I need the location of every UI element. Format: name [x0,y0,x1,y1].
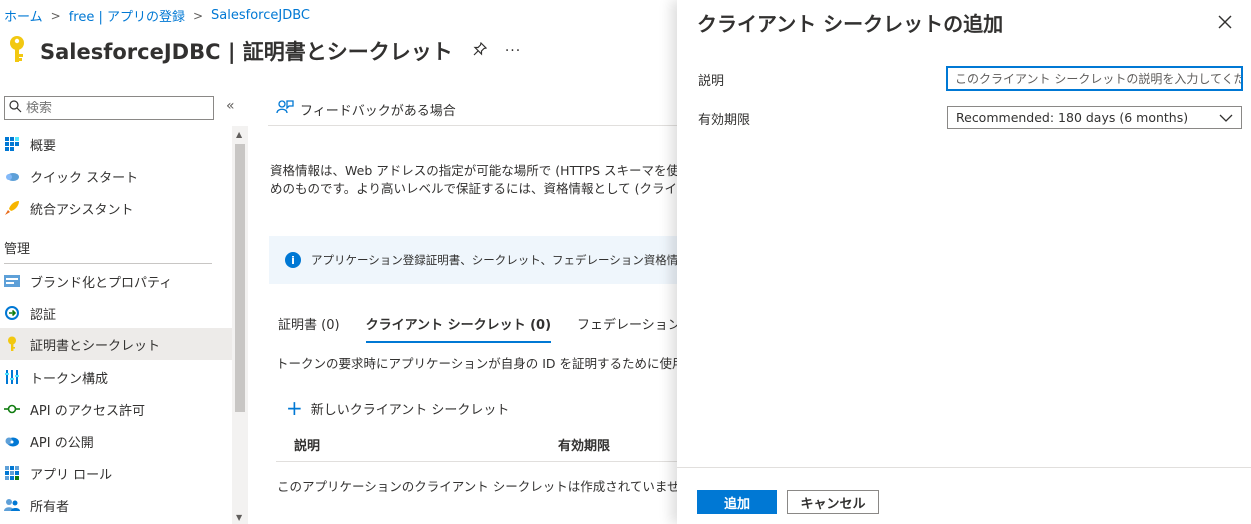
collapse-sidebar-icon[interactable]: « [226,98,235,114]
breadcrumb-app[interactable]: SalesforceJDBC [211,8,310,23]
sidebar-scrollbar[interactable]: ▲ ▼ [232,126,248,524]
sidebar-item-label: クイック スタート [30,170,139,186]
expiry-selected-value: Recommended: 180 days (6 months) [956,110,1189,125]
empty-secrets-message: このアプリケーションのクライアント シークレットは作成されていません。 [277,479,705,494]
description-label: 説明 [698,74,725,89]
pin-icon[interactable] [473,41,487,60]
scroll-down-icon[interactable]: ▼ [236,513,242,522]
page-header: SalesforceJDBC | 証明書とシークレット ··· [6,34,521,68]
chevron-right-icon: > [50,8,61,23]
search-icon [9,99,22,117]
info-icon: i [285,252,301,268]
table-header-divider [276,461,678,462]
key-icon [6,34,28,68]
app-roles-icon [4,465,20,481]
sidebar-item-integration-assistant[interactable]: 統合アシスタント [0,192,232,224]
sidebar-section-manage: 管理 [4,242,31,257]
page-title: SalesforceJDBC | 証明書とシークレット [40,40,453,64]
branding-icon [4,273,20,289]
breadcrumb: ホーム > free | アプリの登録 > SalesforceJDBC [4,6,310,25]
sidebar-item-label: 統合アシスタント [30,202,134,218]
close-icon[interactable] [1215,12,1235,32]
more-options-icon[interactable]: ··· [505,43,521,59]
plus-icon: + [286,396,303,420]
sidebar-item-token-configuration[interactable]: トークン構成 [0,361,232,393]
feedback-icon [276,99,294,119]
feedback-label: フィードバックがある場合 [300,103,456,119]
sidebar-item-label: API の公開 [30,435,94,451]
breadcrumb-app-registrations[interactable]: free | アプリの登録 [69,6,185,25]
sidebar-item-authentication[interactable]: 認証 [0,297,232,329]
overview-icon [4,136,20,152]
sidebar-item-label: アプリ ロール [30,467,113,483]
tab-certificates[interactable]: 証明書 (0) [278,314,340,343]
quickstart-cloud-icon [4,168,20,184]
add-button[interactable]: 追加 [697,490,777,514]
sidebar-item-label: API のアクセス許可 [30,403,146,419]
sidebar-item-api-permissions[interactable]: API のアクセス許可 [0,393,232,425]
column-header-description[interactable]: 説明 [294,435,320,454]
toolbar-divider [268,125,678,126]
token-config-icon [4,369,20,385]
description-input[interactable] [946,66,1243,91]
sidebar-item-label: トークン構成 [30,371,109,387]
breadcrumb-home[interactable]: ホーム [4,6,43,25]
sidebar-item-label: 所有者 [30,499,70,515]
client-secrets-description: トークンの要求時にアプリケーションが自身の ID を証明するために使用する秘密の [276,356,678,371]
chevron-right-icon: > [192,8,204,23]
sidebar-item-label: ブランド化とプロパティ [30,275,173,291]
column-header-expires[interactable]: 有効期限 [558,435,610,454]
key-icon [4,336,20,352]
sidebar-item-expose-api[interactable]: API の公開 [0,425,232,457]
chevron-down-icon [1219,110,1233,125]
sidebar-item-label: 証明書とシークレット [30,338,161,354]
panel-footer-divider [677,467,1251,468]
info-banner: i アプリケーション登録証明書、シークレット、フェデレーション資格情報は、下のタ… [269,236,678,284]
expose-api-icon [4,433,20,449]
sidebar-item-app-roles[interactable]: アプリ ロール [0,457,232,489]
authentication-icon [4,305,20,321]
api-permissions-icon [4,401,20,417]
sidebar-item-certificates-secrets[interactable]: 証明書とシークレット [0,328,232,360]
expiry-label: 有効期限 [698,113,751,128]
sidebar-search[interactable] [4,96,214,120]
credentials-description: 資格情報は、Web アドレスの指定が可能な場所で (HTTPS スキーマを使用し… [270,162,678,198]
owners-icon [4,497,20,513]
info-banner-text: アプリケーション登録証明書、シークレット、フェデレーション資格情報は、下のタブ [311,253,678,267]
cancel-button[interactable]: キャンセル [787,490,879,514]
panel-title: クライアント シークレットの追加 [697,12,1004,36]
feedback-button[interactable]: フィードバックがある場合 [276,99,456,119]
rocket-icon [4,200,20,216]
description-line: めのものです。より高いレベルで保証するには、資格情報として (クライアント シー… [270,181,678,196]
sidebar-item-owners[interactable]: 所有者 [0,489,232,521]
description-line: 資格情報は、Web アドレスの指定が可能な場所で (HTTPS スキーマを使用し… [270,163,678,178]
sidebar-item-overview[interactable]: 概要 [0,128,232,160]
sidebar-item-label: 認証 [30,307,57,323]
scrollbar-thumb[interactable] [235,144,245,412]
sidebar-item-quickstart[interactable]: クイック スタート [0,160,232,192]
scroll-up-icon[interactable]: ▲ [236,130,242,139]
add-client-secret-panel: クライアント シークレットの追加 説明 有効期限 Recommended: 18… [677,0,1251,524]
tab-client-secrets[interactable]: クライアント シークレット (0) [365,314,552,343]
new-client-secret-button[interactable]: + 新しいクライアント シークレット [286,398,509,418]
new-client-secret-label: 新しいクライアント シークレット [310,402,510,418]
sidebar-divider [4,263,212,264]
sidebar-item-label: 概要 [30,138,57,154]
expiry-dropdown[interactable]: Recommended: 180 days (6 months) [947,106,1242,129]
search-input[interactable] [26,100,196,116]
sidebar-item-branding[interactable]: ブランド化とプロパティ [0,265,232,297]
